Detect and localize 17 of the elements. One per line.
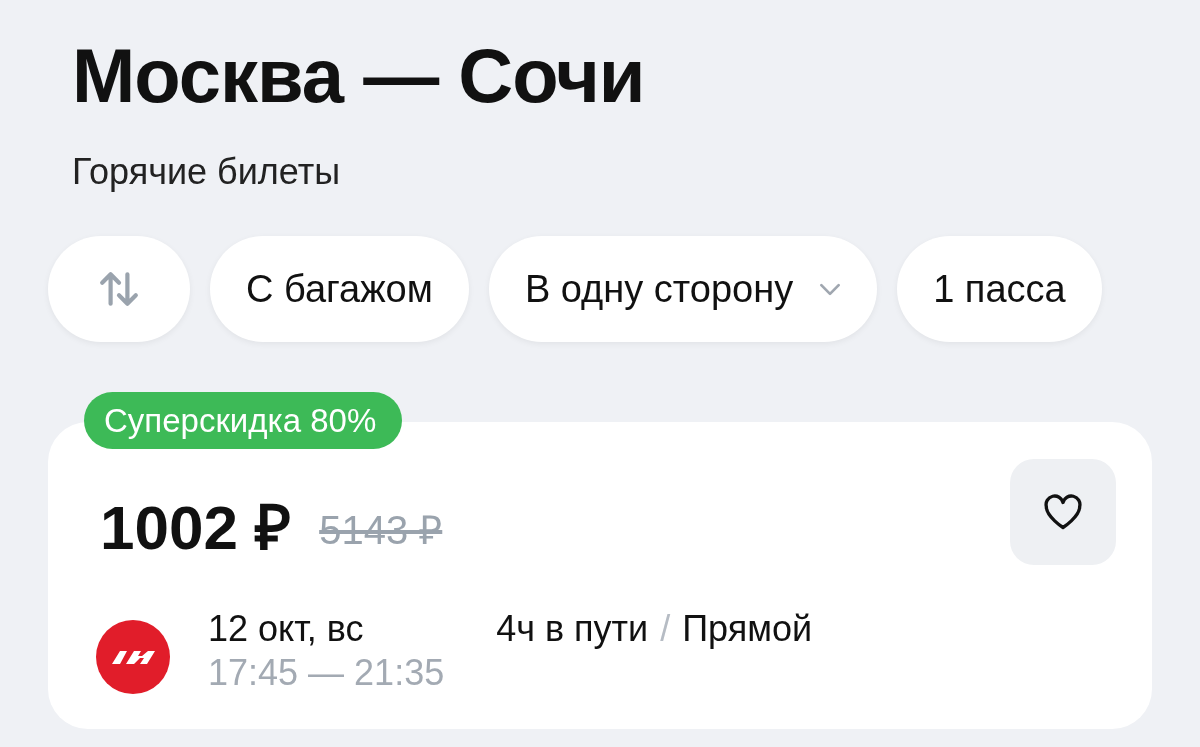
separator: / [660, 607, 671, 651]
heart-icon [1043, 493, 1083, 531]
flight-time: 17:45 — 21:35 [208, 651, 445, 695]
flight-duration: 4ч в пути [496, 607, 649, 651]
flight-stops: Прямой [682, 607, 813, 651]
flight-date: 12 окт, вс [208, 607, 365, 651]
filter-chip[interactable]: 1 пасса [897, 236, 1102, 342]
filter-dropdown[interactable]: В одну сторону [488, 236, 878, 342]
page-subtitle: Горячие билеты [72, 150, 342, 194]
filter-chip[interactable]: С багажом [210, 236, 469, 342]
favorite-button[interactable] [1010, 459, 1116, 565]
discount-badge: Суперскидка 80% [84, 392, 403, 449]
old-price: 5143 ₽ [319, 507, 443, 554]
page-title: Москва — Сочи [72, 32, 646, 120]
airline-logo-icon [96, 620, 170, 694]
caret-icon [819, 282, 842, 296]
price: 1002 ₽ [100, 492, 292, 564]
